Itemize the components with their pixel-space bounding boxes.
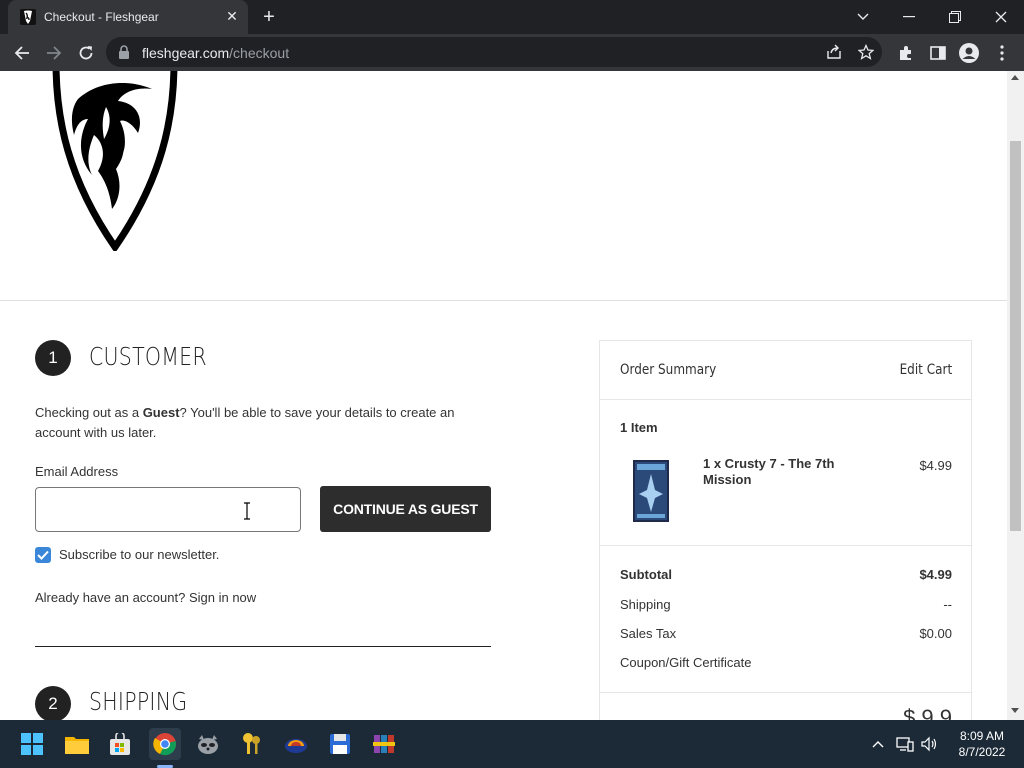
scrollbar-thumb[interactable]: [1010, 141, 1021, 531]
reload-icon[interactable]: [73, 40, 99, 66]
browser-toolbar: fleshgear.com/checkout: [0, 34, 1024, 71]
floppy-save-icon[interactable]: [324, 728, 356, 760]
keys-app-icon[interactable]: [236, 728, 268, 760]
sales-tax-label: Sales Tax: [620, 626, 677, 641]
coupon-gift-certificate-link[interactable]: Coupon/Gift Certificate: [620, 655, 752, 670]
shipping-value: --: [943, 597, 952, 612]
order-summary-panel: Order Summary Edit Cart 1 Item 1 x Crust…: [599, 340, 972, 720]
site-favicon-icon: [20, 9, 36, 25]
restore-icon[interactable]: [932, 0, 978, 34]
clock-time: 8:09 AM: [959, 729, 1005, 743]
tab-search-chevron-icon[interactable]: [840, 0, 886, 34]
shipping-heading: SHIPPING: [89, 687, 188, 716]
email-field[interactable]: [35, 487, 301, 532]
close-window-icon[interactable]: [978, 0, 1024, 34]
header-divider: [0, 300, 1007, 301]
lock-icon[interactable]: [118, 45, 130, 59]
minimize-icon[interactable]: [886, 0, 932, 34]
system-clock[interactable]: 8:09 AM 8/7/2022: [950, 728, 1014, 760]
customer-section-divider: [35, 646, 491, 647]
colorful-app-icon[interactable]: [280, 728, 312, 760]
continue-as-guest-button[interactable]: CONTINUE AS GUEST: [320, 486, 491, 532]
signin-prompt: Already have an account? Sign in now: [35, 590, 257, 605]
show-hidden-icons-chevron-icon[interactable]: [869, 735, 887, 753]
chrome-taskbar-icon[interactable]: [149, 728, 181, 760]
subtotal-label: Subtotal: [620, 567, 672, 582]
item-name: 1 x Crusty 7 - The 7th Mission: [703, 456, 835, 487]
order-summary-header: Order Summary Edit Cart: [600, 341, 971, 400]
clock-date: 8/7/2022: [958, 745, 1006, 759]
edit-cart-link[interactable]: Edit Cart: [899, 362, 952, 378]
customer-heading: CUSTOMER: [89, 342, 207, 371]
guest-checkout-note: Checking out as a Guest? You'll be able …: [35, 405, 455, 440]
checkmark-icon: [37, 550, 49, 560]
browser-tab[interactable]: Checkout - Fleshgear ✕: [8, 0, 248, 34]
grand-total-value: $ 9 9: [903, 705, 952, 720]
network-icon[interactable]: [896, 735, 914, 753]
fleshgear-logo-icon[interactable]: [48, 71, 182, 251]
address-bar[interactable]: fleshgear.com/checkout: [106, 37, 882, 67]
back-arrow-icon[interactable]: [9, 40, 35, 66]
page-viewport: 1 CUSTOMER Checking out as a Guest? You'…: [0, 71, 1007, 720]
shipping-label: Shipping: [620, 597, 671, 612]
scroll-down-arrow-icon[interactable]: [1011, 708, 1019, 713]
windows-taskbar: 8:09 AM 8/7/2022: [0, 720, 1024, 768]
new-tab-icon[interactable]: +: [258, 6, 280, 28]
file-explorer-icon[interactable]: [61, 728, 93, 760]
text-cursor-icon: [244, 502, 250, 520]
subtotal-value: $4.99: [919, 567, 952, 582]
extensions-puzzle-icon[interactable]: [895, 42, 917, 64]
newsletter-label[interactable]: Subscribe to our newsletter.: [59, 547, 219, 562]
step-number-customer: 1: [35, 340, 71, 376]
order-items-section: 1 Item 1 x Crusty 7 - The 7th Mission $4…: [600, 400, 971, 546]
start-windows-icon[interactable]: [16, 728, 48, 760]
raccoon-app-icon[interactable]: [192, 728, 224, 760]
tab-close-icon[interactable]: ✕: [224, 8, 240, 24]
chrome-menu-icon[interactable]: [991, 42, 1013, 64]
tab-title: Checkout - Fleshgear: [44, 10, 159, 24]
signin-link[interactable]: Sign in now: [189, 590, 256, 605]
url-text[interactable]: fleshgear.com/checkout: [142, 45, 289, 61]
sales-tax-value: $0.00: [919, 626, 952, 641]
item-count: 1 Item: [620, 420, 658, 435]
order-totals-section: Subtotal $4.99 Shipping -- Sales Tax $0.…: [600, 546, 971, 693]
forward-arrow-icon[interactable]: [41, 40, 67, 66]
side-panel-icon[interactable]: [927, 42, 949, 64]
item-price: $4.99: [919, 458, 952, 473]
page-scrollbar[interactable]: [1007, 71, 1024, 720]
step-number-shipping: 2: [35, 686, 71, 720]
volume-icon[interactable]: [920, 735, 938, 753]
browser-tab-strip: Checkout - Fleshgear ✕ +: [0, 0, 1024, 34]
bookmark-star-icon[interactable]: [857, 43, 875, 61]
microsoft-store-icon[interactable]: [104, 728, 136, 760]
share-icon[interactable]: [825, 43, 843, 61]
scroll-up-arrow-icon[interactable]: [1011, 75, 1019, 80]
email-label: Email Address: [35, 464, 119, 479]
product-dvd-cover-image: [633, 460, 669, 522]
newsletter-checkbox[interactable]: [35, 547, 51, 563]
profile-avatar-icon[interactable]: [958, 42, 980, 64]
winrar-books-icon[interactable]: [368, 728, 400, 760]
order-summary-title: Order Summary: [620, 362, 717, 378]
